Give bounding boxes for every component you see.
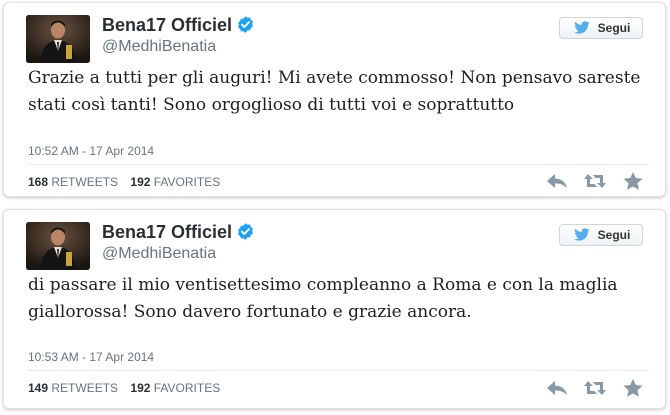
retweets-count: 149 <box>28 381 49 395</box>
favorite-star-icon[interactable] <box>621 171 645 191</box>
tweet-text: Grazie a tutti per gli auguri! Mi avete … <box>28 68 641 115</box>
retweets-count: 168 <box>28 175 49 189</box>
avatar-photo-icon <box>26 15 90 63</box>
tweet-timestamp[interactable]: 10:53 AM - 17 Apr 2014 <box>28 350 154 364</box>
follow-button-label: Segui <box>597 228 631 242</box>
favorites-label: FAVORITES <box>153 381 221 395</box>
follow-button[interactable]: Segui <box>559 17 643 39</box>
favorites-stat[interactable]: 192 FAVORITES <box>130 381 220 395</box>
display-name[interactable]: Bena17 Officiel <box>102 15 255 36</box>
tweet-stack: Bena17 Officiel @MedhiBenatia Segui Graz… <box>0 0 670 415</box>
favorites-count: 192 <box>130 381 151 395</box>
display-name-text: Bena17 Officiel <box>102 15 233 35</box>
retweets-label: RETWEETS <box>51 175 119 189</box>
user-handle[interactable]: @MedhiBenatia <box>102 245 216 263</box>
divider <box>28 164 649 165</box>
retweet-icon[interactable] <box>583 171 607 191</box>
reply-icon[interactable] <box>545 171 569 191</box>
tweet-card: Bena17 Officiel @MedhiBenatia Segui di p… <box>3 209 666 409</box>
retweets-stat[interactable]: 149 RETWEETS <box>28 381 118 395</box>
tweet-stats: 168 RETWEETS 192 FAVORITES <box>28 175 229 189</box>
favorites-stat[interactable]: 192 FAVORITES <box>130 175 220 189</box>
display-name-text: Bena17 Officiel <box>102 222 233 242</box>
tweet-timestamp[interactable]: 10:52 AM - 17 Apr 2014 <box>28 144 154 158</box>
tweet-actions <box>545 171 645 191</box>
tweet-actions <box>545 378 645 398</box>
twitter-bird-icon <box>573 21 590 34</box>
user-handle[interactable]: @MedhiBenatia <box>102 38 216 56</box>
display-name[interactable]: Bena17 Officiel <box>102 222 255 243</box>
favorite-star-icon[interactable] <box>621 378 645 398</box>
verified-badge-icon <box>238 223 254 240</box>
twitter-bird-icon <box>573 228 590 241</box>
tweet-stats: 149 RETWEETS 192 FAVORITES <box>28 381 229 395</box>
favorites-count: 192 <box>130 175 151 189</box>
retweets-stat[interactable]: 168 RETWEETS <box>28 175 118 189</box>
follow-button-label: Segui <box>597 21 631 35</box>
retweets-label: RETWEETS <box>51 381 119 395</box>
tweet-card: Bena17 Officiel @MedhiBenatia Segui Graz… <box>3 2 666 197</box>
follow-button[interactable]: Segui <box>559 224 643 246</box>
tweet-text: di passare il mio ventisettesimo complea… <box>28 275 618 322</box>
retweet-icon[interactable] <box>583 378 607 398</box>
verified-badge-icon <box>238 16 254 33</box>
divider <box>28 370 649 371</box>
avatar[interactable] <box>26 222 90 270</box>
reply-icon[interactable] <box>545 378 569 398</box>
favorites-label: FAVORITES <box>153 175 221 189</box>
avatar[interactable] <box>26 15 90 63</box>
avatar-photo-icon <box>26 222 90 270</box>
